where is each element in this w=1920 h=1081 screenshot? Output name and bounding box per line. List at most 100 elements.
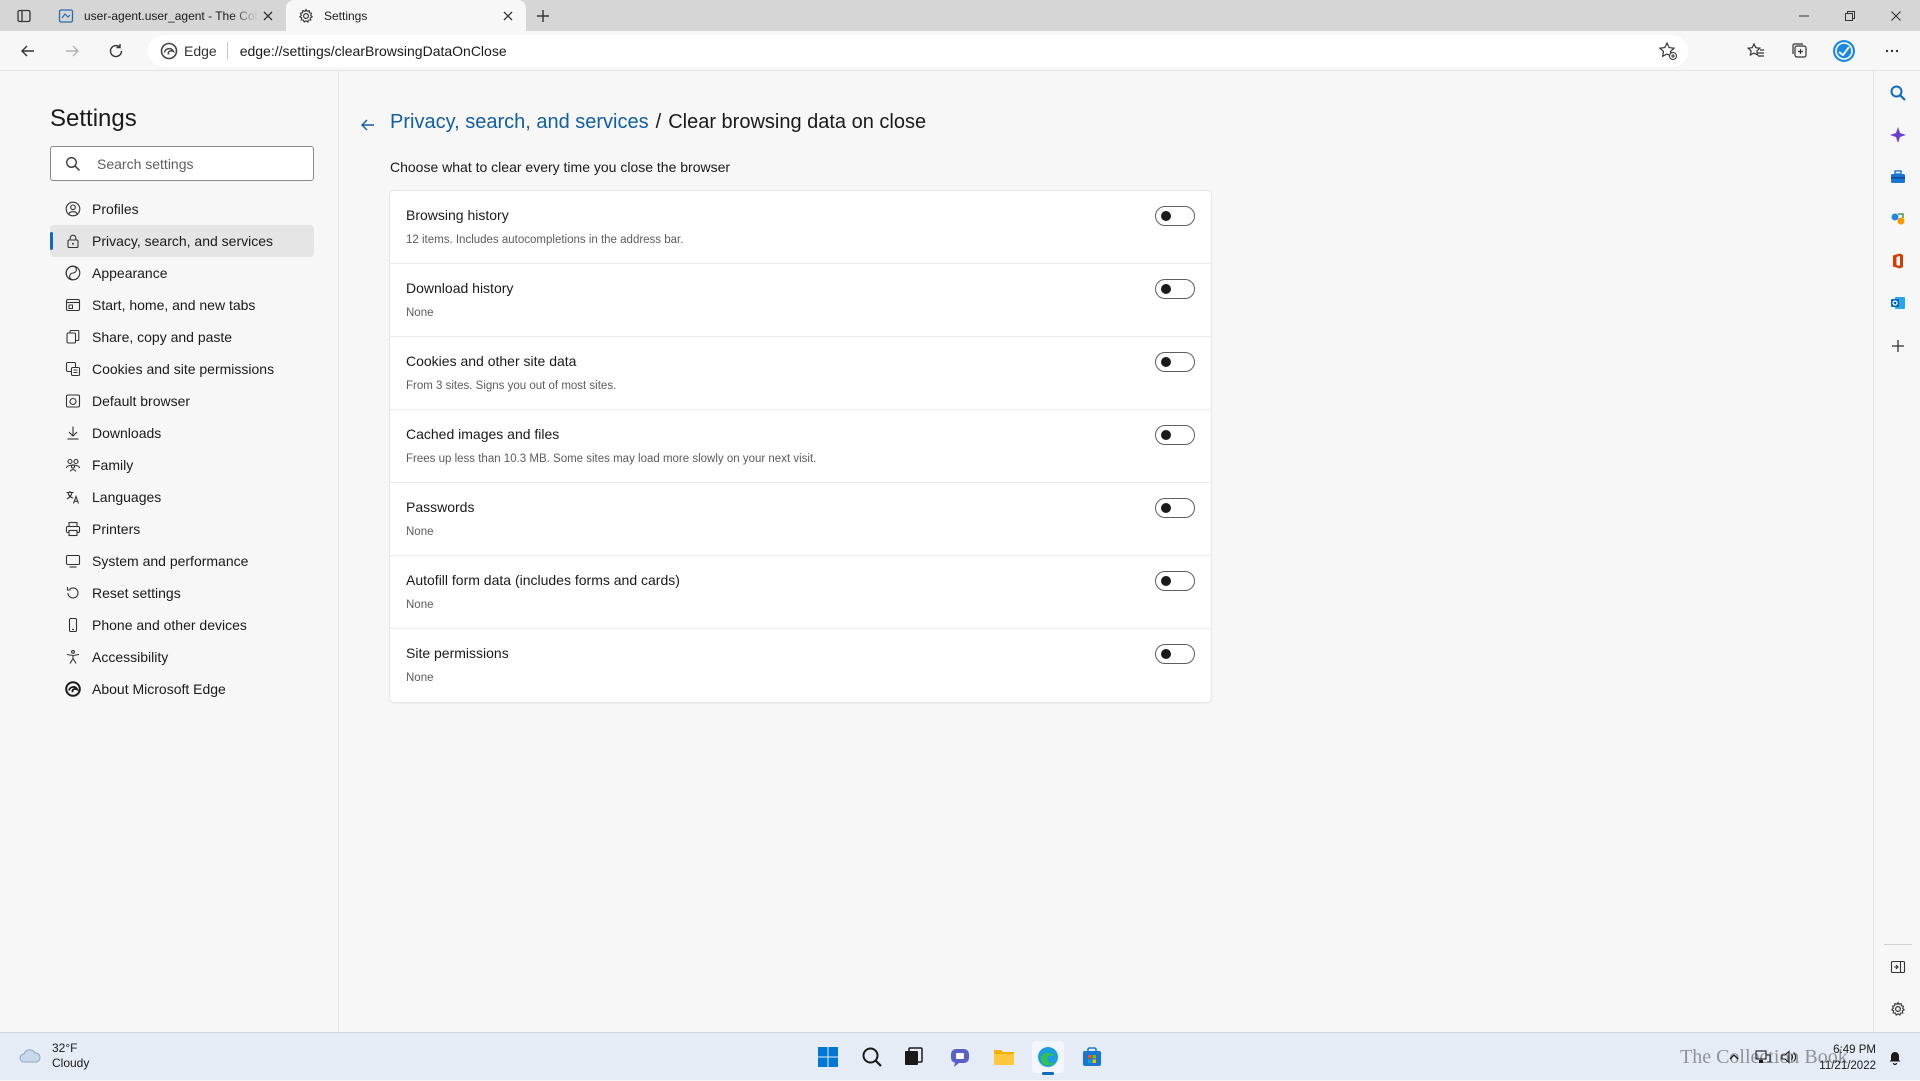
site-label: Edge bbox=[184, 42, 228, 60]
sidebar-item-share-copy[interactable]: Share, copy and paste bbox=[50, 321, 314, 353]
sidebar-tools-button[interactable] bbox=[1888, 167, 1908, 187]
collections-button[interactable] bbox=[1786, 37, 1814, 65]
settings-main: Privacy, search, and services / Clear br… bbox=[340, 71, 1873, 1032]
page-title: Clear browsing data on close bbox=[668, 111, 927, 133]
store-button[interactable] bbox=[1076, 1041, 1108, 1073]
arrow-right-icon bbox=[66, 45, 79, 57]
sidebar-item-privacy[interactable]: Privacy, search, and services bbox=[50, 225, 314, 257]
printer-icon bbox=[64, 520, 82, 538]
back-to-privacy-button[interactable] bbox=[356, 113, 380, 137]
new-tab-button[interactable] bbox=[532, 5, 554, 27]
notification-bell-icon bbox=[1889, 1052, 1901, 1065]
tab-close-button[interactable] bbox=[258, 6, 278, 26]
sidebar-item-label: Family bbox=[92, 457, 134, 473]
url-text[interactable]: edge://settings/clearBrowsingDataOnClose bbox=[240, 43, 507, 59]
add-favorite-icon[interactable] bbox=[1658, 41, 1678, 61]
sidebar-item-start-home[interactable]: Start, home, and new tabs bbox=[50, 289, 314, 321]
tab-actions-button[interactable] bbox=[10, 5, 38, 27]
phone-icon bbox=[64, 616, 82, 634]
task-view-button[interactable] bbox=[898, 1041, 930, 1073]
sidebar-item-label: About Microsoft Edge bbox=[92, 681, 226, 697]
notifications-button[interactable] bbox=[1888, 1033, 1902, 1081]
weather-widget[interactable]: 32°F Cloudy bbox=[18, 1041, 89, 1071]
close-window-button[interactable] bbox=[1873, 0, 1919, 31]
close-icon bbox=[1891, 10, 1901, 21]
gear-icon bbox=[298, 7, 314, 23]
sidebar-item-languages[interactable]: Languages bbox=[50, 481, 314, 513]
sidebar-hide-button[interactable] bbox=[1888, 957, 1908, 977]
sidebar-item-label: Cookies and site permissions bbox=[92, 361, 275, 377]
sidebar-item-about[interactable]: About Microsoft Edge bbox=[50, 673, 314, 705]
forward-button[interactable] bbox=[58, 37, 86, 65]
edge-taskbar-button[interactable] bbox=[1032, 1041, 1064, 1075]
cookies-toggle[interactable] bbox=[1155, 352, 1195, 372]
cached-images-toggle[interactable] bbox=[1155, 425, 1195, 445]
volume-icon bbox=[1781, 1050, 1796, 1064]
gear-icon bbox=[1890, 1001, 1906, 1016]
download-history-toggle[interactable] bbox=[1155, 279, 1195, 299]
sidebar-item-label: Downloads bbox=[92, 425, 162, 441]
profile-button[interactable] bbox=[1830, 37, 1858, 65]
profile-icon bbox=[64, 200, 82, 218]
settings-sidebar: Settings Profiles Privacy, search, and s… bbox=[0, 71, 339, 1032]
sidebar-item-reset[interactable]: Reset settings bbox=[50, 577, 314, 609]
sidebar-item-family[interactable]: Family bbox=[50, 449, 314, 481]
sidebar-item-accessibility[interactable]: Accessibility bbox=[50, 641, 314, 673]
browser-toolbar: Edge edge://settings/clearBrowsingDataOn… bbox=[0, 31, 1920, 71]
option-description: Frees up less than 10.3 MB. Some sites m… bbox=[406, 453, 817, 465]
windows-taskbar: 32°F Cloudy The Collection Book 6:49 PM … bbox=[0, 1032, 1920, 1080]
sidebar-add-button[interactable] bbox=[1888, 336, 1908, 356]
sidebar-item-cookies[interactable]: Cookies and site permissions bbox=[50, 353, 314, 385]
search-icon bbox=[862, 1047, 882, 1067]
site-permissions-toggle[interactable] bbox=[1155, 644, 1195, 664]
network-icon bbox=[1755, 1050, 1771, 1063]
breadcrumb-parent-link[interactable]: Privacy, search, and services bbox=[390, 111, 649, 134]
option-description: None bbox=[406, 307, 434, 319]
refresh-button[interactable] bbox=[102, 37, 130, 65]
network-button[interactable] bbox=[1755, 1033, 1771, 1081]
sidebar-item-phone[interactable]: Phone and other devices bbox=[50, 609, 314, 641]
teams-chat-button[interactable] bbox=[944, 1041, 976, 1073]
sidebar-item-default-browser[interactable]: Default browser bbox=[50, 385, 314, 417]
file-explorer-button[interactable] bbox=[988, 1041, 1020, 1073]
start-button[interactable] bbox=[812, 1041, 844, 1073]
passwords-toggle[interactable] bbox=[1155, 498, 1195, 518]
favorites-button[interactable] bbox=[1742, 37, 1770, 65]
address-bar[interactable]: Edge edge://settings/clearBrowsingDataOn… bbox=[148, 35, 1688, 67]
sidebar-settings-button[interactable] bbox=[1888, 999, 1908, 1019]
taskbar-search-button[interactable] bbox=[856, 1041, 888, 1073]
system-clock[interactable]: 6:49 PM 11/21/2022 bbox=[1819, 1042, 1876, 1074]
sidebar-item-profiles[interactable]: Profiles bbox=[50, 193, 314, 225]
option-title: Site permissions bbox=[406, 645, 509, 661]
volume-button[interactable] bbox=[1781, 1033, 1797, 1081]
browsing-history-toggle[interactable] bbox=[1155, 206, 1195, 226]
sidebar-item-label: Start, home, and new tabs bbox=[92, 297, 256, 313]
tab-close-button[interactable] bbox=[498, 6, 518, 26]
search-input[interactable] bbox=[95, 154, 295, 173]
tab-collection-book[interactable]: user-agent.user_agent - The Collection B… bbox=[46, 0, 286, 31]
minimize-button[interactable] bbox=[1781, 0, 1827, 31]
restore-button[interactable] bbox=[1827, 0, 1873, 31]
tab-title: user-agent.user_agent - The Collection B… bbox=[84, 8, 258, 23]
search-icon bbox=[66, 156, 80, 171]
sidebar-search-button[interactable] bbox=[1888, 83, 1908, 103]
sidebar-item-system[interactable]: System and performance bbox=[50, 545, 314, 577]
settings-more-button[interactable] bbox=[1878, 37, 1906, 65]
sidebar-games-button[interactable] bbox=[1888, 209, 1908, 229]
sidebar-discover-button[interactable] bbox=[1888, 125, 1908, 145]
sidebar-item-appearance[interactable]: Appearance bbox=[50, 257, 314, 289]
sidebar-item-printers[interactable]: Printers bbox=[50, 513, 314, 545]
restore-icon bbox=[1845, 10, 1855, 21]
toggle-knob bbox=[1161, 649, 1171, 659]
autofill-toggle[interactable] bbox=[1155, 571, 1195, 591]
plus-icon bbox=[537, 10, 549, 22]
arrow-left-icon bbox=[361, 119, 374, 131]
tray-overflow-button[interactable] bbox=[1728, 1033, 1740, 1081]
sidebar-office-button[interactable] bbox=[1888, 251, 1908, 271]
tab-settings[interactable]: Settings bbox=[286, 0, 526, 31]
option-row-cookies: Cookies and other site data From 3 sites… bbox=[390, 337, 1211, 410]
sidebar-item-downloads[interactable]: Downloads bbox=[50, 417, 314, 449]
search-box[interactable] bbox=[50, 146, 314, 181]
back-button[interactable] bbox=[14, 37, 42, 65]
sidebar-outlook-button[interactable] bbox=[1888, 293, 1908, 313]
